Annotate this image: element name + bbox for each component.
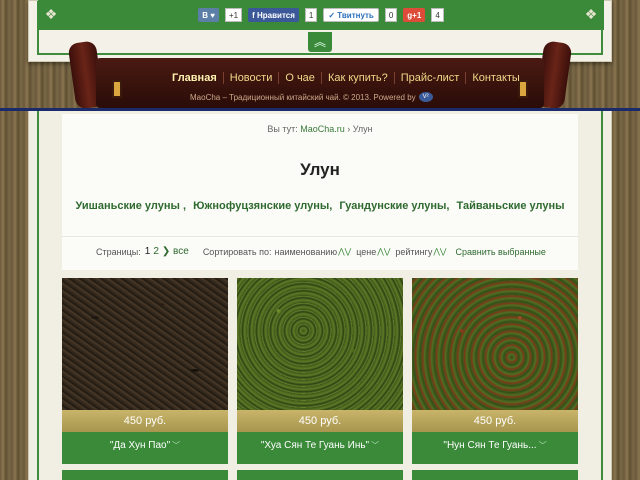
compare-selected-link[interactable]: Сравнить выбранные	[455, 247, 545, 257]
chevron-down-icon[interactable]: ﹀	[371, 441, 379, 450]
sort-by-name-label: наименованию	[274, 246, 338, 257]
listing-toolbar: Страницы: 1 2 ❯ все Сортировать по: наим…	[96, 246, 546, 257]
main-nav: Главная Новости О чае Как купить? Прайс-…	[166, 72, 526, 84]
product-photo[interactable]	[412, 278, 578, 410]
breadcrumb-prefix: Вы тут:	[267, 124, 298, 134]
subcategory-guangdong[interactable]: Гуандунские улуны,	[339, 200, 449, 212]
sort-rating-arrows-icon[interactable]: ⋀⋁	[433, 247, 446, 256]
product-price: 450 руб.	[237, 410, 403, 432]
product-name[interactable]: "Хуа Сян Те Гуань Инь" ﹀	[237, 432, 403, 464]
page-2-link[interactable]: 2	[153, 246, 159, 257]
nav-item-price-list[interactable]: Прайс-лист	[395, 72, 467, 84]
next-row-card	[412, 470, 578, 480]
product-photo[interactable]	[62, 278, 228, 410]
copyright-text: MaoCha – Традиционный китайский чай. © 2…	[190, 92, 416, 102]
breadcrumb-home-link[interactable]: MaoCha.ru	[300, 124, 345, 134]
product-name-text: "Да Хун Пао"	[109, 440, 171, 451]
nav-item-contacts[interactable]: Контакты	[466, 72, 526, 84]
collapse-toggle[interactable]: ︽	[308, 32, 332, 52]
next-row-card	[237, 470, 403, 480]
chevron-up-icon: ︽	[313, 35, 326, 49]
product-card[interactable]: 450 руб. "Хуа Сян Те Гуань Инь" ﹀	[237, 278, 403, 464]
breadcrumb-separator: ›	[347, 124, 351, 134]
product-card[interactable]: 450 руб. "Нун Сян Те Гуань... ﹀	[412, 278, 578, 464]
fb-label: Нравится	[257, 10, 295, 20]
tw-label: Твитнуть	[337, 10, 374, 20]
nav-item-how-to-buy[interactable]: Как купить?	[322, 72, 395, 84]
lantern-left-icon	[112, 80, 122, 98]
next-row-card	[62, 470, 228, 480]
nav-item-about-tea[interactable]: О чае	[279, 72, 322, 84]
sort-name-arrows-icon[interactable]: ⋀⋁	[338, 247, 351, 256]
sort-label: Сортировать по:	[202, 246, 272, 257]
chevron-down-icon[interactable]: ﹀	[539, 441, 547, 450]
sort-by-price-label: цене	[356, 246, 377, 257]
subcategory-wuyi[interactable]: Уишаньские улуны ,	[75, 200, 186, 212]
twitter-icon: ✓	[328, 10, 338, 20]
ornament-right-icon: ❖	[584, 6, 598, 22]
product-photo[interactable]	[237, 278, 403, 410]
breadcrumb: Вы тут: MaoCha.ru › Улун	[0, 124, 640, 134]
page-current: 1	[144, 246, 151, 257]
subcategory-south-fujian[interactable]: Южнофуцзянские улуны,	[193, 200, 332, 212]
product-price: 450 руб.	[62, 410, 228, 432]
breadcrumb-current: Улун	[352, 124, 373, 134]
toolbar-divider	[62, 236, 578, 237]
tw-count: 0	[384, 8, 398, 22]
subcategory-taiwan[interactable]: Тайваньские улуны	[457, 200, 565, 212]
product-name-text: "Хуа Сян Те Гуань Инь"	[260, 440, 370, 451]
gplus-button[interactable]: g+1	[403, 8, 426, 22]
sort-price-arrows-icon[interactable]: ⋀⋁	[377, 247, 390, 256]
nav-item-news[interactable]: Новости	[224, 72, 280, 84]
product-name[interactable]: "Нун Сян Те Гуань... ﹀	[412, 432, 578, 464]
site-copyright: MaoCha – Традиционный китайский чай. © 2…	[190, 92, 433, 102]
vk-label: В	[202, 10, 208, 20]
product-price: 450 руб.	[412, 410, 578, 432]
pages-label: Страницы:	[96, 246, 141, 257]
vk-share-button[interactable]: В ♥	[198, 8, 219, 22]
product-card[interactable]: 450 руб. "Да Хун Пао" ﹀	[62, 278, 228, 464]
fb-like-button[interactable]: f Нравится	[248, 8, 299, 22]
tweet-button[interactable]: ✓ Твитнуть	[323, 8, 379, 22]
subcategory-links: Уишаньские улуны , Южнофуцзянские улуны,…	[0, 200, 640, 212]
share-bar: ❖ В ♥ +1 f Нравится 1 ✓ Твитнуть 0 g+1 4…	[38, 0, 604, 30]
vk-count: +1	[224, 8, 243, 22]
product-name[interactable]: "Да Хун Пао" ﹀	[62, 432, 228, 464]
ornament-left-icon: ❖	[44, 6, 58, 22]
chevron-down-icon[interactable]: ﹀	[172, 441, 180, 450]
gp-count: 4	[431, 8, 444, 22]
sort-by-rating-label: рейтингу	[395, 246, 433, 257]
product-name-text: "Нун Сян Те Гуань...	[443, 440, 537, 451]
page-all-link[interactable]: ❯ все	[162, 246, 189, 257]
fb-count: 1	[304, 8, 318, 22]
powered-by-badge[interactable]: V²	[418, 92, 433, 102]
page-title: Улун	[300, 160, 340, 179]
nav-item-home[interactable]: Главная	[166, 72, 224, 84]
heart-icon: ♥	[210, 10, 215, 20]
